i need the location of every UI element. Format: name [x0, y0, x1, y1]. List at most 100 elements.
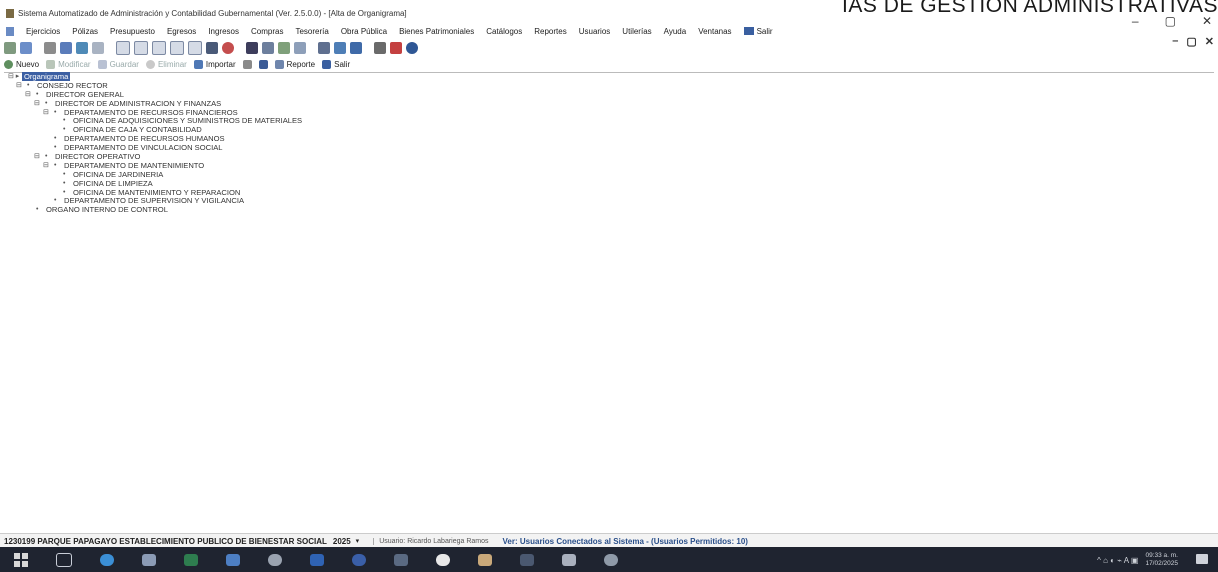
sacg-app-icon[interactable] — [478, 553, 492, 566]
import-icon — [193, 59, 203, 69]
palette-icon[interactable] — [222, 42, 234, 54]
windows-start-icon[interactable] — [14, 552, 28, 567]
chrome-icon[interactable] — [268, 553, 282, 566]
media-icon[interactable] — [604, 553, 618, 566]
menu-obra-publica[interactable]: Obra Pública — [341, 27, 387, 36]
menu-utilerias[interactable]: Utilerías — [622, 27, 651, 36]
menu-catalogos[interactable]: Catálogos — [486, 27, 522, 36]
menu-ejercicios[interactable]: Ejercicios — [26, 27, 60, 36]
grid-tool-button[interactable] — [258, 59, 268, 69]
menu-reportes[interactable]: Reportes — [534, 27, 566, 36]
grid-icon[interactable] — [76, 42, 88, 54]
maximize-button[interactable]: ▢ — [1165, 14, 1176, 28]
filter-icon[interactable] — [60, 42, 72, 54]
menu-usuarios[interactable]: Usuarios — [579, 27, 611, 36]
app-icon-taskbar[interactable] — [394, 553, 408, 566]
connected-users-link[interactable]: Ver: Usuarios Conectados al Sistema - (U… — [503, 537, 748, 546]
menu-ingresos[interactable]: Ingresos — [208, 27, 239, 36]
tree-node[interactable]: • OFICINA DE JARDINERIA — [8, 170, 302, 180]
menu-ayuda[interactable]: Ayuda — [664, 27, 687, 36]
tree-expander-icon[interactable]: ⊟ — [16, 82, 22, 91]
tree-bullet-icon: • — [63, 117, 66, 125]
tree-node-label: DEPARTAMENTO DE RECURSOS FINANCIEROS — [64, 107, 238, 117]
tree-expander-icon[interactable]: ⊟ — [34, 153, 40, 162]
pinned-app-icon[interactable] — [520, 553, 534, 566]
outlook-icon[interactable] — [226, 553, 240, 566]
notification-icon[interactable] — [1196, 554, 1208, 564]
tray-icons[interactable]: ^ ⌂ ◐ ⌁ A ▣ — [1097, 556, 1138, 565]
menu-ventanas[interactable]: Ventanas — [698, 27, 731, 36]
exit-button[interactable]: Salir — [322, 59, 350, 69]
network-app-icon[interactable] — [562, 553, 576, 566]
chart-icon[interactable] — [20, 42, 32, 54]
menu-salir-label: Salir — [756, 26, 773, 36]
calculator-icon[interactable] — [262, 42, 274, 54]
modify-button[interactable]: Modificar — [46, 59, 91, 69]
edge-icon[interactable] — [100, 553, 114, 566]
task-view-icon[interactable] — [56, 552, 72, 567]
tree-expander-icon[interactable]: ⊟ ▸ — [8, 73, 19, 82]
chat-icon[interactable] — [436, 553, 450, 566]
tree-node[interactable]: • DEPARTAMENTO DE VINCULACION SOCIAL — [8, 143, 302, 153]
help-icon[interactable] — [406, 42, 418, 54]
minimize-button[interactable]: – — [1132, 14, 1139, 28]
facebook-icon[interactable] — [352, 553, 366, 566]
delete-button[interactable]: Eliminar — [145, 59, 187, 69]
close-button[interactable]: ✕ — [1202, 14, 1212, 28]
menu-tesoreria[interactable]: Tesorería — [295, 27, 328, 36]
save-label: Guardar — [109, 59, 139, 69]
menu-salir[interactable]: Salir — [743, 26, 773, 36]
tree-expander-icon[interactable]: ⊟ — [43, 109, 49, 118]
tree-node-label: DEPARTAMENTO DE VINCULACION SOCIAL — [64, 143, 223, 153]
window-icon[interactable] — [152, 41, 166, 55]
menu-polizas[interactable]: Pólizas — [72, 27, 98, 36]
tree-node-label: OFICINA DE LIMPIEZA — [73, 178, 153, 188]
child-minimize-button[interactable]: – — [1172, 35, 1178, 48]
signal-icon[interactable] — [318, 42, 330, 54]
app-icon — [6, 8, 14, 18]
lock-icon[interactable] — [374, 42, 386, 54]
money-icon[interactable] — [278, 42, 290, 54]
tree-bullet-icon: • — [27, 81, 30, 89]
record-icon[interactable] — [206, 42, 218, 54]
child-restore-button[interactable]: ▢ — [1186, 35, 1196, 48]
import-button[interactable]: Importar — [193, 59, 236, 69]
tree-node-label: DEPARTAMENTO DE RECURSOS HUMANOS — [64, 134, 225, 144]
disk-icon[interactable] — [390, 42, 402, 54]
table-icon[interactable] — [92, 42, 104, 54]
book-icon[interactable] — [246, 42, 258, 54]
window-icon[interactable] — [170, 41, 184, 55]
tree-node-label: DIRECTOR GENERAL — [46, 89, 124, 99]
edit-icon — [46, 59, 56, 69]
excel-icon[interactable] — [184, 553, 198, 566]
back-icon[interactable] — [4, 42, 16, 54]
clock[interactable]: 09:33 a. m. 17/02/2025 — [1145, 552, 1178, 568]
year-dropdown-icon[interactable]: ▾ — [356, 537, 360, 545]
tree-node[interactable]: • ORGANO INTERNO DE CONTROL — [8, 205, 302, 215]
tree-expander-icon[interactable]: ⊟ — [43, 162, 49, 171]
menu-egresos[interactable]: Egresos — [167, 27, 196, 36]
window-icon[interactable] — [134, 41, 148, 55]
tree-bullet-icon: • — [63, 179, 66, 187]
child-close-button[interactable]: ✕ — [1205, 35, 1214, 48]
people-icon[interactable] — [294, 42, 306, 54]
window-icon[interactable] — [116, 41, 130, 55]
tree-expander-icon[interactable]: ⊟ — [25, 91, 31, 100]
sort-icon[interactable] — [350, 42, 362, 54]
menu-compras[interactable]: Compras — [251, 27, 283, 36]
print-tool-button[interactable] — [242, 59, 252, 69]
tree-bullet-icon: • — [36, 90, 39, 98]
status-year[interactable]: 2025 — [333, 537, 351, 546]
child-window-controls: – ▢ ✕ — [1172, 35, 1214, 48]
word-icon[interactable] — [310, 553, 324, 566]
menu-presupuesto[interactable]: Presupuesto — [110, 27, 155, 36]
window-icon[interactable] — [188, 41, 202, 55]
print-icon[interactable] — [44, 42, 56, 54]
tree-expander-icon[interactable]: ⊟ — [34, 100, 40, 109]
new-button[interactable]: Nuevo — [4, 59, 39, 69]
menu-bienes-patrimoniales[interactable]: Bienes Patrimoniales — [399, 27, 474, 36]
tree-icon[interactable] — [334, 42, 346, 54]
save-button[interactable]: Guardar — [97, 59, 139, 69]
file-explorer-icon[interactable] — [142, 553, 156, 566]
report-button[interactable]: Reporte — [274, 59, 315, 69]
